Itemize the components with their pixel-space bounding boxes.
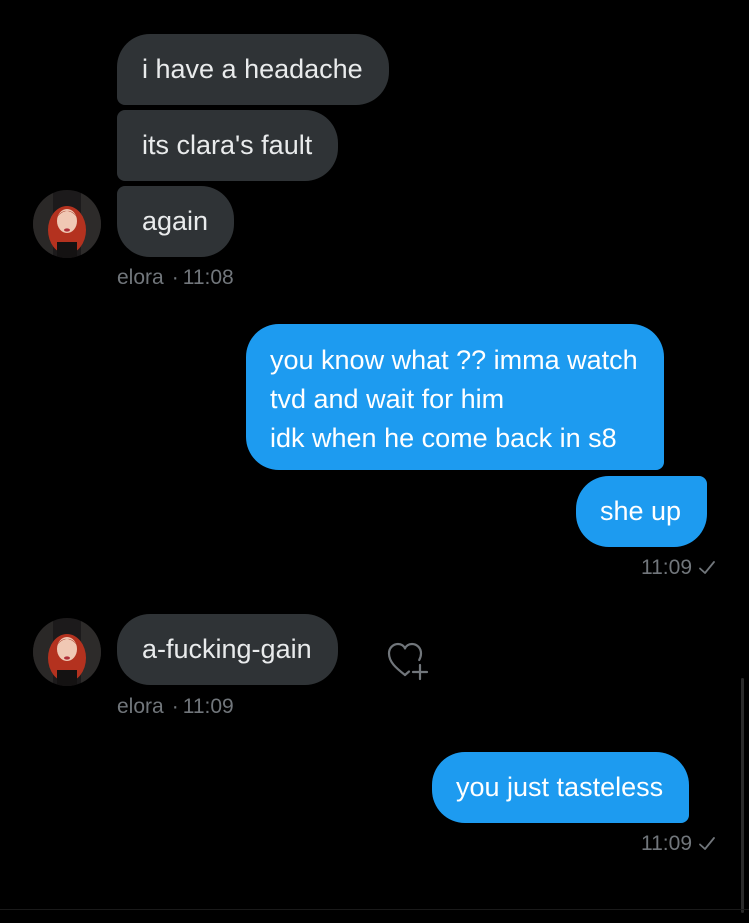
message-text: its clara's fault (142, 130, 313, 160)
timestamp: 11:09 (641, 832, 692, 855)
message-text: a-fucking-gain (142, 634, 312, 664)
message-text: you just tasteless (456, 772, 664, 802)
checkmark-icon (699, 561, 715, 575)
profile-photo (33, 190, 101, 258)
received-message[interactable]: again (117, 186, 235, 257)
message-line: idk when he come back in s8 (270, 423, 617, 453)
received-message[interactable]: its clara's fault (117, 110, 339, 181)
heart-plus-icon (387, 642, 429, 681)
message-line: you know what ?? imma watch (270, 345, 638, 375)
divider (0, 909, 749, 910)
message-meta: elora · 11:09 (117, 695, 234, 719)
avatar[interactable] (33, 618, 101, 686)
message-text: she up (600, 496, 682, 526)
profile-photo (33, 618, 101, 686)
message-text: i have a headache (142, 54, 363, 84)
sender-name: elora (117, 695, 164, 718)
sent-message[interactable]: she up (576, 476, 708, 547)
message-meta: elora · 11:08 (117, 266, 234, 290)
message-text: again (142, 206, 209, 236)
timestamp: 11:09 (641, 556, 692, 579)
react-button[interactable] (386, 640, 432, 682)
separator-dot: · (171, 695, 179, 718)
message-line: tvd and wait for him (270, 384, 505, 414)
message-meta: 11:09 (641, 832, 716, 856)
timestamp: 11:08 (182, 266, 234, 289)
avatar[interactable] (33, 190, 101, 258)
checkmark-icon (699, 837, 715, 851)
sender-name: elora (117, 266, 164, 289)
sent-message[interactable]: you know what ?? imma watch tvd and wait… (246, 324, 664, 470)
sent-message[interactable]: you just tasteless (432, 752, 690, 823)
message-meta: 11:09 (641, 556, 716, 580)
received-message[interactable]: a-fucking-gain (117, 614, 338, 685)
separator-dot: · (171, 266, 179, 289)
scrollbar[interactable] (741, 678, 744, 913)
timestamp: 11:09 (182, 695, 234, 718)
received-message[interactable]: i have a headache (117, 34, 389, 105)
